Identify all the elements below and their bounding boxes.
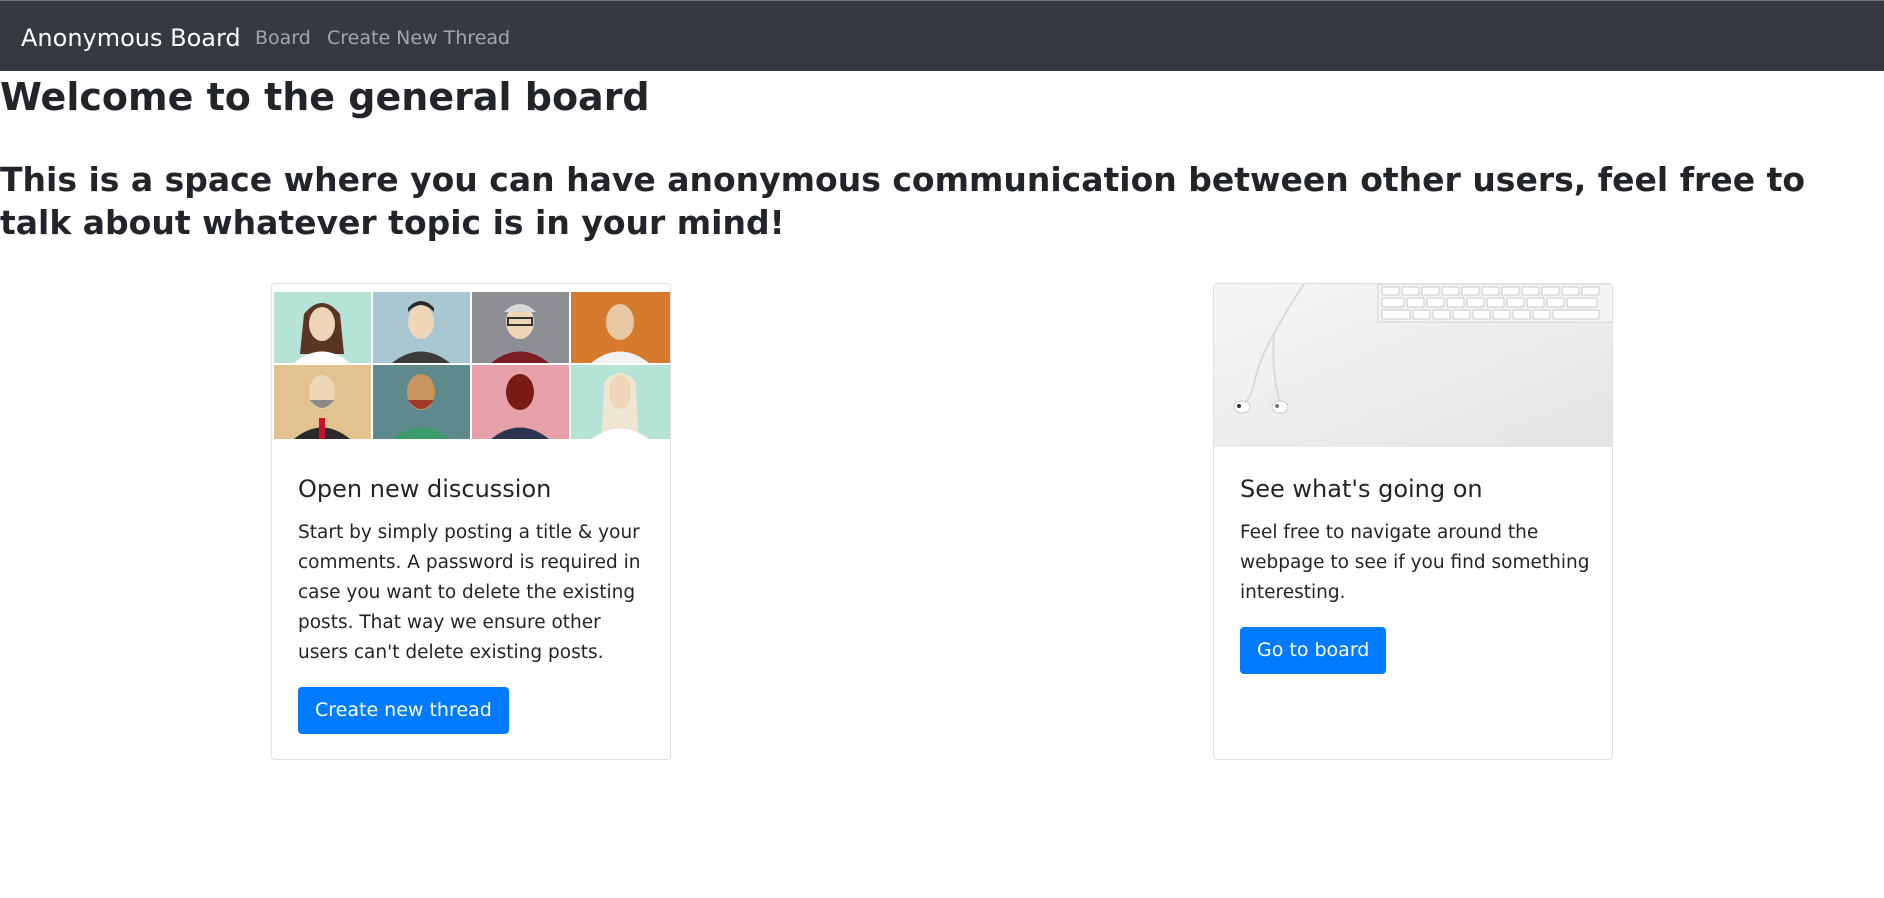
card-text-see-whats-going-on: Feel free to navigate around the webpage…	[1240, 522, 1590, 603]
brand-link[interactable]: Anonymous Board	[21, 21, 241, 55]
avatars-grid-image	[272, 284, 670, 447]
card-title-open-discussion: Open new discussion	[298, 475, 552, 503]
go-to-board-button[interactable]: Go to board	[1240, 627, 1387, 674]
nav-link-board[interactable]: Board	[255, 24, 311, 52]
page-intro: This is a space where you can have anony…	[0, 160, 1806, 242]
desk-keyboard-earphones-image	[1214, 284, 1612, 447]
create-new-thread-button[interactable]: Create new thread	[298, 687, 509, 734]
card-title-see-whats-going-on: See what's going on	[1240, 475, 1483, 503]
card-see-whats-going-on: See what's going on Feel free to navigat…	[1213, 283, 1613, 760]
top-navbar: Anonymous Board Board Create New Thread	[0, 0, 1884, 71]
nav-link-create-thread[interactable]: Create New Thread	[327, 24, 510, 52]
card-text-open-discussion: Start by simply posting a title & your c…	[298, 522, 641, 663]
card-open-discussion: Open new discussion Start by simply post…	[271, 283, 671, 760]
page-title: Welcome to the general board	[0, 75, 650, 119]
